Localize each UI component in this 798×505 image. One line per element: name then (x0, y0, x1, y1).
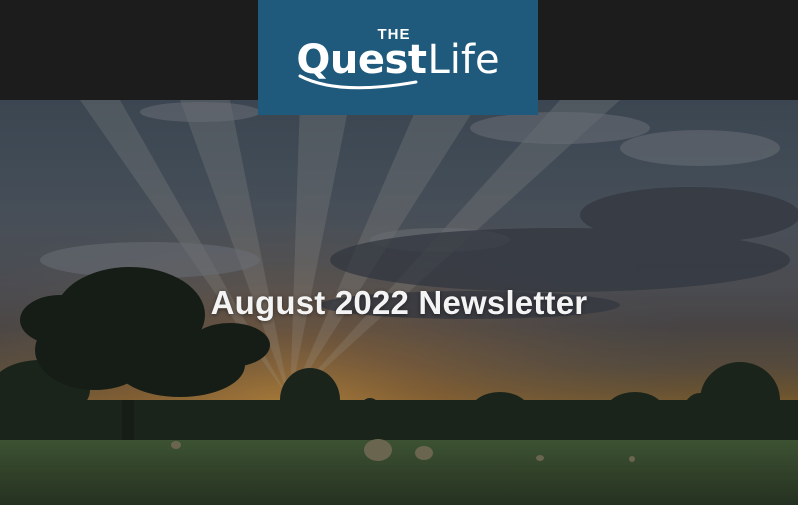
brand-logo[interactable]: THE QuestLife (258, 0, 538, 115)
logo-name-light: Life (427, 37, 500, 83)
logo-swoosh-icon (298, 74, 418, 90)
newsletter-title: August 2022 Newsletter (210, 284, 588, 321)
hero-banner: August 2022 Newsletter (0, 100, 798, 505)
